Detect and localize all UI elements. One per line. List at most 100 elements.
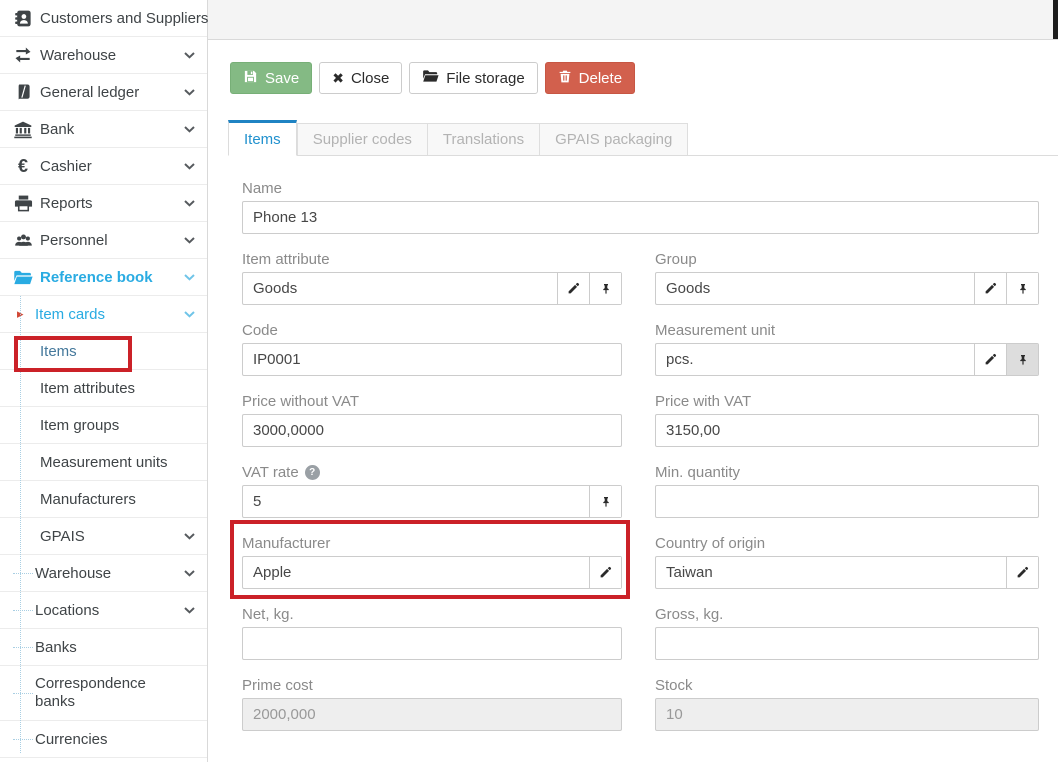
tab-items[interactable]: Items — [228, 120, 297, 156]
delete-button-label: Delete — [579, 70, 622, 87]
chevron-down-icon — [184, 52, 195, 59]
chevron-down-icon — [184, 163, 195, 170]
close-button[interactable]: ✖ Close — [319, 62, 402, 94]
sidebar-item-personnel[interactable]: Personnel — [0, 222, 207, 259]
item-attribute-label: Item attribute — [242, 250, 622, 268]
sidebar-item-warehouse[interactable]: Warehouse — [0, 37, 207, 74]
chevron-down-icon — [184, 237, 195, 244]
tab-label: GPAIS packaging — [555, 131, 672, 148]
address-book-icon — [10, 9, 36, 28]
save-button-label: Save — [265, 70, 299, 87]
sidebar-item-label: Personnel — [40, 232, 108, 249]
edit-country-of-origin-button[interactable] — [1006, 557, 1038, 588]
min-quantity-input[interactable] — [656, 486, 1038, 517]
delete-button[interactable]: Delete — [545, 62, 635, 94]
net-kg-input[interactable] — [243, 628, 621, 659]
measurement-unit-label: Measurement unit — [655, 321, 1039, 339]
manufacturer-input[interactable] — [243, 557, 589, 588]
euro-icon: € — [10, 156, 36, 177]
sidebar-item-warehouse-reference[interactable]: Warehouse — [0, 555, 207, 592]
chevron-down-icon — [184, 311, 195, 318]
code-input[interactable] — [243, 344, 621, 375]
sidebar-item-label: Correspondence banks — [35, 675, 207, 711]
sidebar-item-item-groups[interactable]: Item groups — [0, 407, 207, 444]
price-without-vat-label: Price without VAT — [242, 392, 622, 410]
sidebar-item-label: Measurement units — [40, 454, 168, 471]
sidebar-item-bank[interactable]: Bank — [0, 111, 207, 148]
manufacturer-field-group: Manufacturer — [242, 534, 622, 589]
ledger-book-icon — [10, 83, 36, 101]
chevron-down-icon — [184, 126, 195, 133]
sidebar-item-label: Item attributes — [40, 380, 135, 397]
file-storage-button[interactable]: File storage — [409, 62, 537, 94]
sidebar-item-label: Manufacturers — [40, 491, 136, 508]
sidebar-item-items[interactable]: Items — [0, 333, 207, 370]
sidebar-item-label: Reference book — [40, 269, 153, 286]
sidebar-item-general-ledger[interactable]: General ledger — [0, 74, 207, 111]
price-with-vat-input[interactable] — [656, 415, 1038, 446]
net-kg-field-group: Net, kg. — [242, 605, 622, 660]
prime-cost-input — [243, 699, 621, 730]
edit-measurement-unit-button[interactable] — [974, 344, 1006, 375]
folder-open-icon — [10, 269, 36, 286]
vat-rate-input[interactable] — [243, 486, 589, 517]
top-bar-dark-edge — [1053, 0, 1058, 39]
sidebar-item-manufacturers[interactable]: Manufacturers — [0, 481, 207, 518]
chevron-down-icon — [184, 274, 195, 281]
sidebar-item-label: Locations — [35, 602, 99, 619]
sidebar-item-label: Item cards — [35, 306, 105, 323]
sidebar-item-cashier[interactable]: € Cashier — [0, 148, 207, 185]
country-of-origin-input[interactable] — [656, 557, 1006, 588]
name-label: Name — [242, 179, 1039, 197]
measurement-unit-input[interactable] — [656, 344, 974, 375]
pin-group-button[interactable] — [1006, 273, 1038, 304]
pin-vat-rate-button[interactable] — [589, 486, 621, 517]
tab-bar: Items Supplier codes Translations GPAIS … — [228, 120, 1058, 156]
sidebar-item-banks[interactable]: Banks — [0, 629, 207, 666]
sidebar-item-measurement-units[interactable]: Measurement units — [0, 444, 207, 481]
sidebar-item-reference-book[interactable]: Reference book — [0, 259, 207, 296]
edit-manufacturer-button[interactable] — [589, 557, 621, 588]
sidebar-item-item-cards[interactable]: ▸ Item cards — [0, 296, 207, 333]
tab-supplier-codes[interactable]: Supplier codes — [297, 123, 428, 155]
pin-measurement-unit-button[interactable] — [1006, 344, 1038, 375]
sidebar-item-item-attributes[interactable]: Item attributes — [0, 370, 207, 407]
sidebar-item-label: Bank — [40, 121, 74, 138]
gross-kg-label: Gross, kg. — [655, 605, 1039, 623]
item-attribute-input[interactable] — [243, 273, 557, 304]
tab-gpais-packaging[interactable]: GPAIS packaging — [540, 123, 688, 155]
chevron-down-icon — [184, 533, 195, 540]
group-input[interactable] — [656, 273, 974, 304]
sidebar-item-customers-and-suppliers[interactable]: Customers and Suppliers — [0, 0, 207, 37]
country-of-origin-label: Country of origin — [655, 534, 1039, 552]
group-label: Group — [655, 250, 1039, 268]
help-icon[interactable]: ? — [305, 465, 320, 480]
sidebar-item-label: Reports — [40, 195, 93, 212]
sidebar-item-currencies[interactable]: Currencies — [0, 721, 207, 758]
sidebar-item-label: GPAIS — [40, 528, 85, 545]
price-with-vat-label: Price with VAT — [655, 392, 1039, 410]
pin-item-attribute-button[interactable] — [589, 273, 621, 304]
printer-icon — [10, 194, 36, 213]
floppy-disk-icon — [243, 69, 258, 88]
chevron-down-icon — [184, 89, 195, 96]
sidebar-item-gpais[interactable]: GPAIS — [0, 518, 207, 555]
folder-icon — [422, 69, 439, 87]
chevron-down-icon — [184, 607, 195, 614]
tab-label: Items — [244, 131, 281, 148]
group-field-group: Group — [655, 250, 1039, 305]
gross-kg-input[interactable] — [656, 628, 1038, 659]
transfer-arrows-icon — [10, 45, 36, 65]
bank-icon — [10, 120, 36, 139]
tab-translations[interactable]: Translations — [428, 123, 540, 155]
file-storage-button-label: File storage — [446, 70, 524, 87]
chevron-down-icon — [184, 570, 195, 577]
name-input[interactable] — [243, 202, 1038, 233]
edit-item-attribute-button[interactable] — [557, 273, 589, 304]
price-without-vat-input[interactable] — [243, 415, 621, 446]
sidebar-item-reports[interactable]: Reports — [0, 185, 207, 222]
sidebar-item-locations[interactable]: Locations — [0, 592, 207, 629]
edit-group-button[interactable] — [974, 273, 1006, 304]
save-button[interactable]: Save — [230, 62, 312, 94]
sidebar-item-correspondence-banks[interactable]: Correspondence banks — [0, 666, 207, 721]
